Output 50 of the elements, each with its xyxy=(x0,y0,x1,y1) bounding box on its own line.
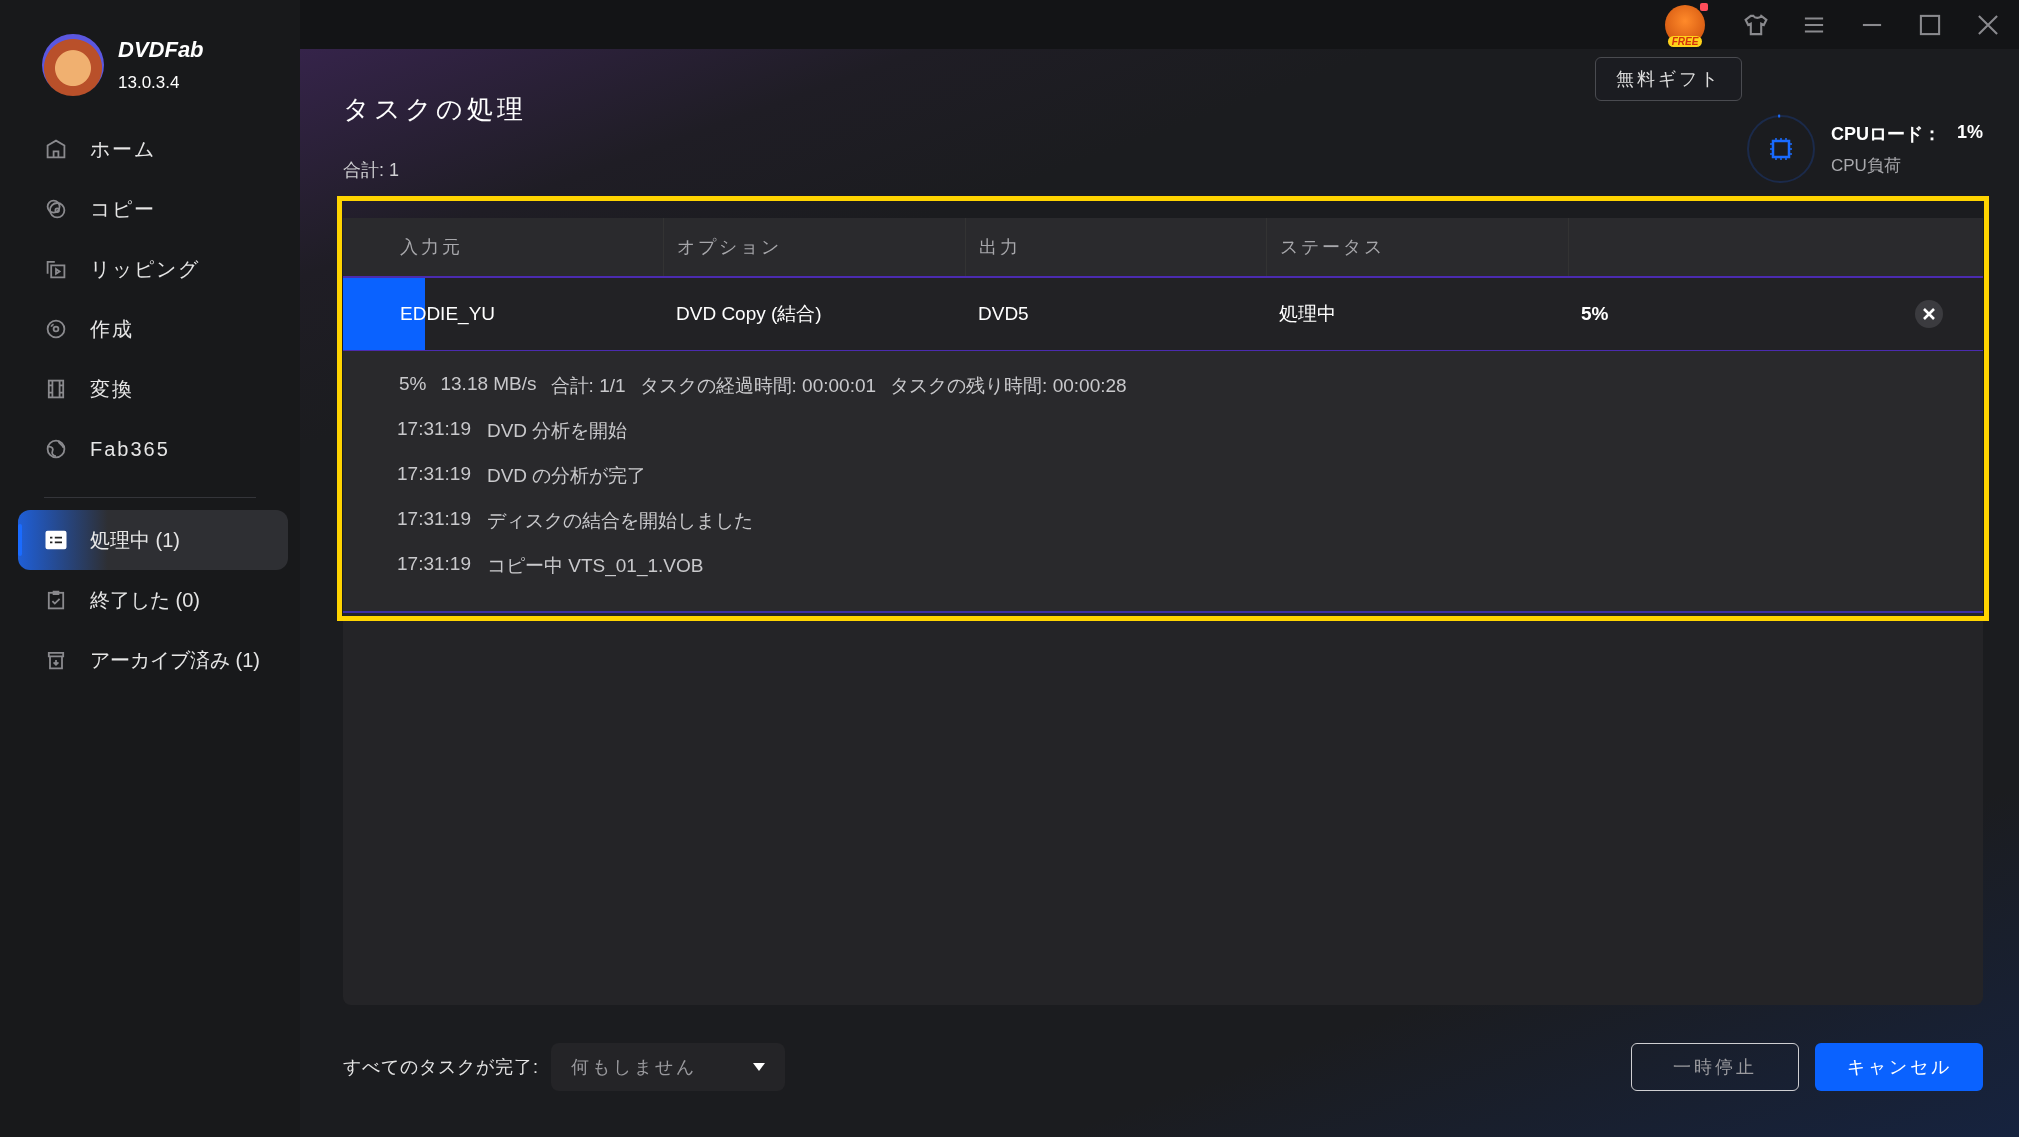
log-time: 17:31:19 xyxy=(397,418,471,441)
sidebar-item[interactable]: Fab365 xyxy=(0,419,300,479)
cancel-button[interactable]: キャンセル xyxy=(1815,1043,1983,1091)
sidebar-item[interactable]: ホーム xyxy=(0,119,300,179)
task-stat: タスクの残り時間: 00:00:28 xyxy=(890,374,1127,398)
column-header: 入力元 xyxy=(399,236,464,259)
progress-percent: 5% xyxy=(1581,303,1609,325)
table-cell-text: DVD5 xyxy=(977,302,1030,326)
column-header: 出力 xyxy=(965,218,1266,276)
column-header: オプション xyxy=(663,218,965,276)
table-cell-text: DVD Copy (結合) xyxy=(675,302,823,326)
sidebar-item[interactable]: コピー xyxy=(0,179,300,239)
log-message: DVD の分析が完了 xyxy=(486,464,647,488)
sidebar-item[interactable]: アーカイブ済み (1) xyxy=(18,630,288,690)
log-time: 17:31:19 xyxy=(397,463,471,486)
task-stat: タスクの経過時間: 00:00:01 xyxy=(639,374,877,398)
home-icon xyxy=(44,137,68,161)
sidebar-item[interactable]: 処理中 (1) xyxy=(18,510,288,570)
task-list-icon xyxy=(44,528,68,552)
discs-icon xyxy=(44,197,68,221)
sidebar-item[interactable]: 変換 xyxy=(0,359,300,419)
app-logo-text: DVDFab xyxy=(118,37,204,63)
page-title: タスクの処理 xyxy=(343,93,528,126)
cpu-subtitle: CPU負荷 xyxy=(1830,154,1902,177)
cpu-load-value: 1% xyxy=(1957,121,1983,144)
table-cell-text: 処理中 xyxy=(1278,302,1337,326)
pause-button[interactable]: 一時停止 xyxy=(1631,1043,1799,1091)
sidebar-item[interactable]: リッピング xyxy=(0,239,300,299)
task-stat: 13.18 MB/s xyxy=(440,373,537,396)
app-version: 13.0.3.4 xyxy=(118,73,181,93)
cpu-load-label: CPUロード： xyxy=(1830,122,1941,146)
on-complete-dropdown[interactable]: 何もしません xyxy=(551,1043,785,1091)
task-stat: 5% xyxy=(399,373,427,396)
column-header: ステータス xyxy=(1266,218,1568,276)
close-icon xyxy=(1922,307,1936,321)
sidebar-item[interactable]: 作成 xyxy=(0,299,300,359)
task-stat: 合計: 1/1 xyxy=(550,374,626,398)
disc-icon xyxy=(44,317,68,341)
log-message: DVD 分析を開始 xyxy=(486,419,628,443)
log-time: 17:31:19 xyxy=(397,508,471,531)
log-time: 17:31:19 xyxy=(397,553,471,576)
globe-icon xyxy=(44,437,68,461)
on-complete-label: すべてのタスクが完了: xyxy=(343,1056,539,1079)
task-total: 合計: 1 xyxy=(343,159,399,182)
gift-tooltip: 無料ギフト xyxy=(1595,57,1742,101)
log-message: ディスクの結合を開始しました xyxy=(486,509,753,533)
remove-task-button[interactable] xyxy=(1915,300,1943,328)
sidebar-item[interactable]: 終了した (0) xyxy=(18,570,288,630)
caret-icon xyxy=(753,1063,765,1071)
log-message: コピー中 VTS_01_1.VOB xyxy=(486,554,704,579)
